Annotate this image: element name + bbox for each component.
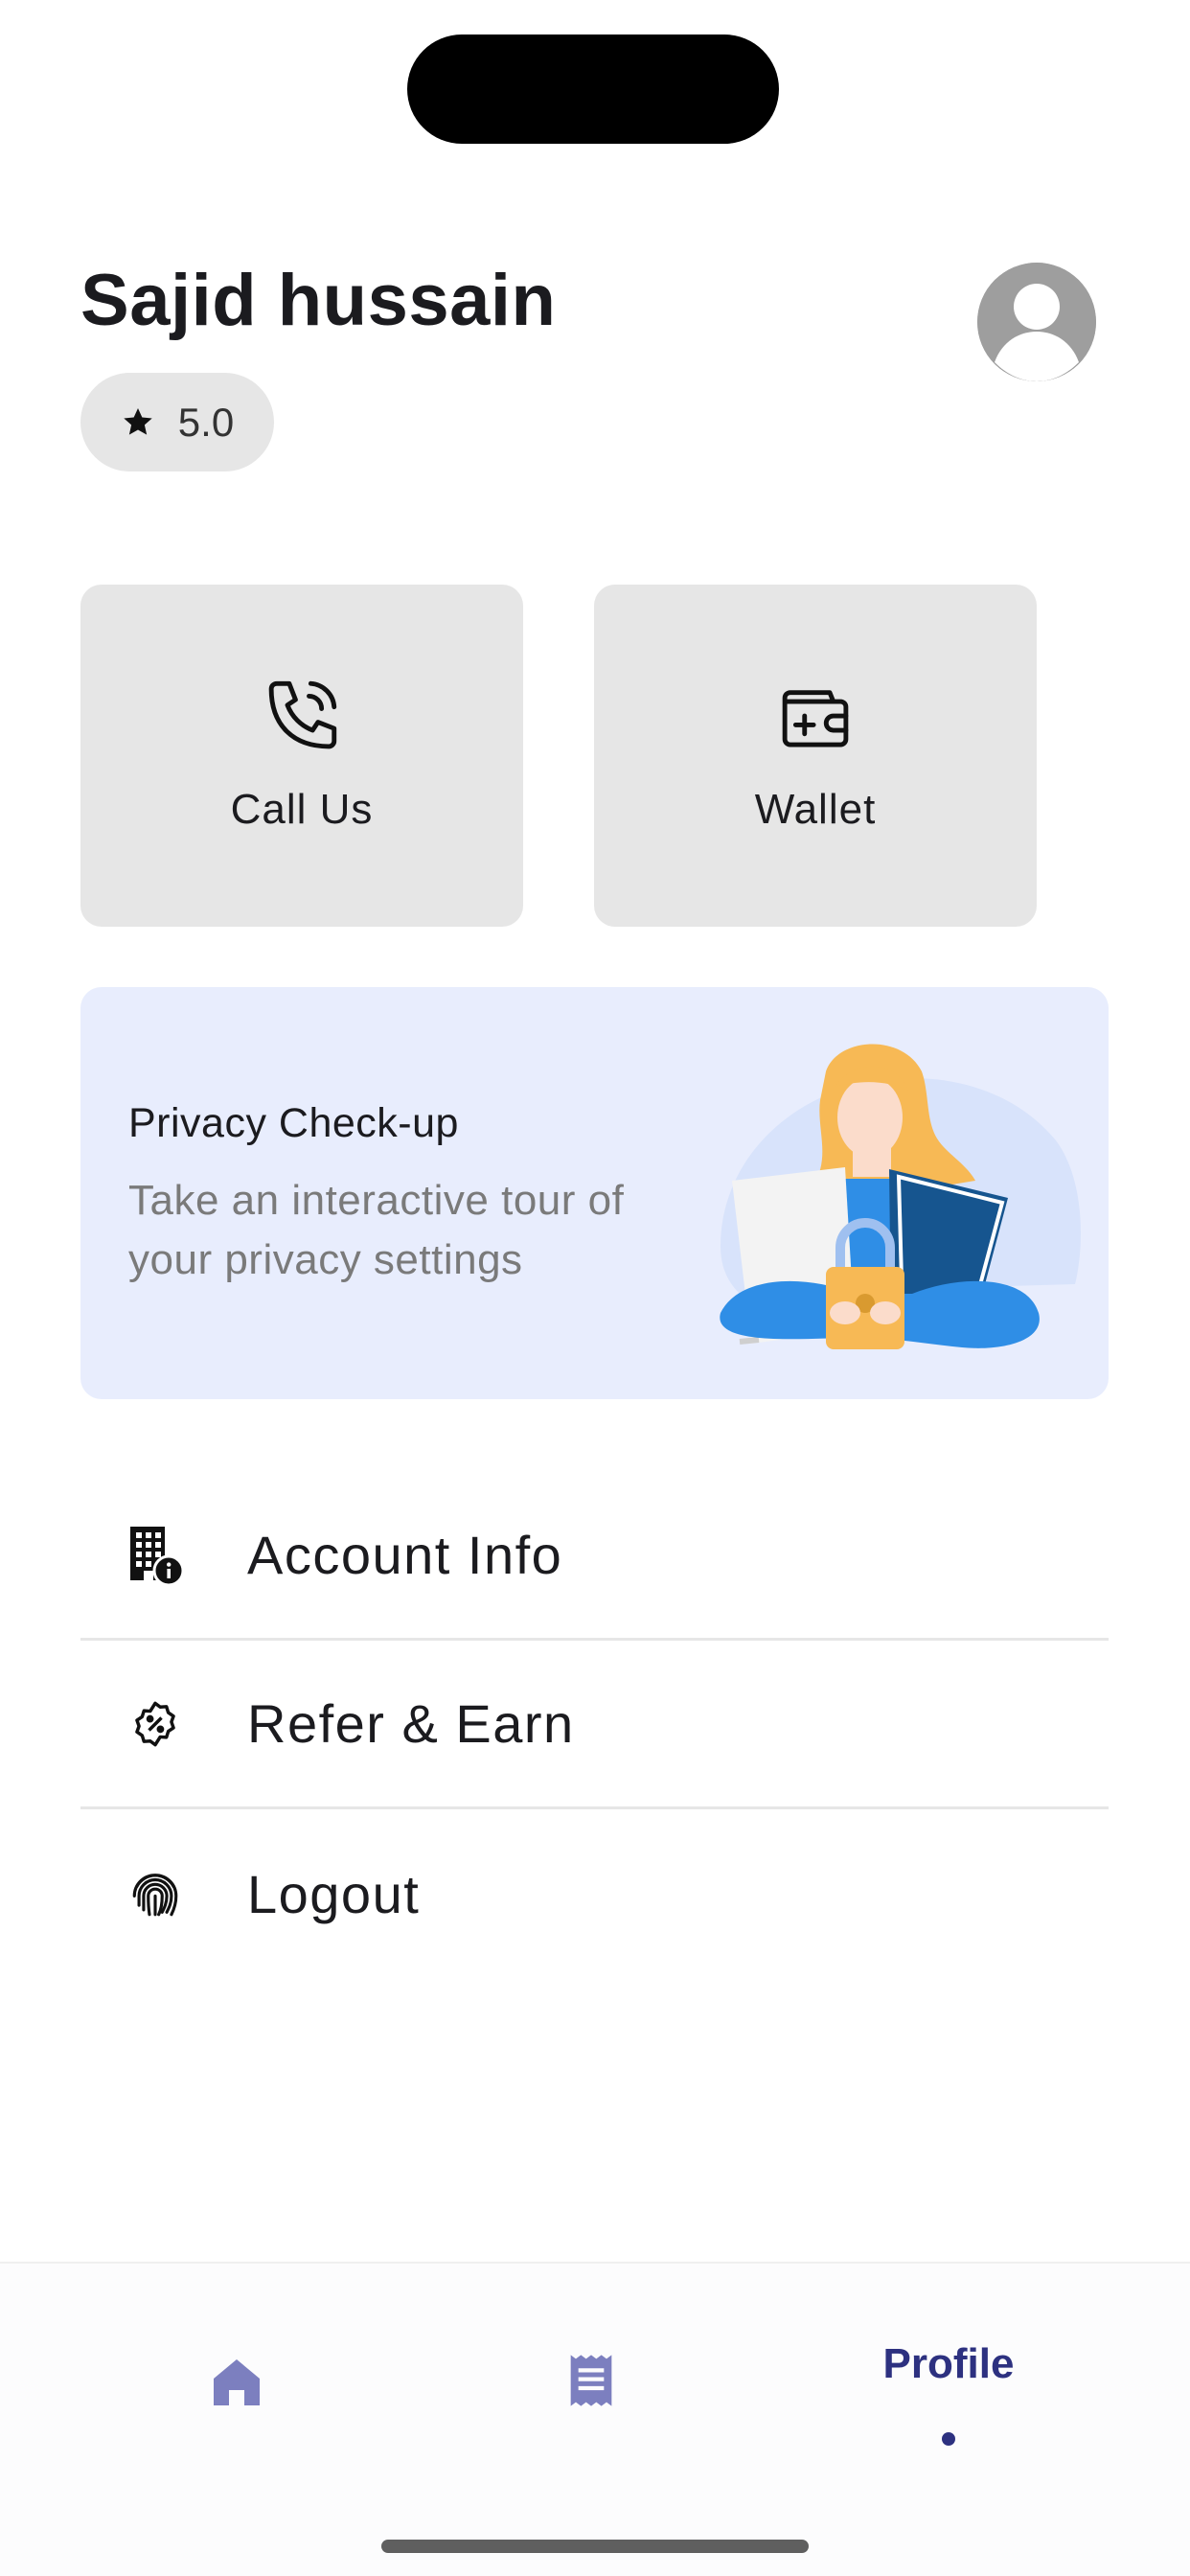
receipt-icon[interactable] — [561, 2350, 622, 2411]
profile-name: Sajid hussain — [80, 260, 557, 341]
call-us-button[interactable]: Call Us — [80, 585, 523, 927]
privacy-illustration — [720, 1044, 1081, 1349]
privacy-checkup-card[interactable]: Privacy Check-up Take an interactive tou… — [80, 987, 1109, 1399]
nav-profile-label: Profile — [882, 2340, 1015, 2387]
call-us-label: Call Us — [230, 786, 374, 833]
nav-profile-tab[interactable]: Profile — [862, 2340, 1035, 2446]
menu-label-refer-earn: Refer & Earn — [247, 1693, 575, 1754]
building-info-icon — [125, 1525, 186, 1586]
privacy-description: Take an interactive tour of your privacy… — [128, 1177, 625, 1283]
camera-notch — [407, 34, 779, 144]
wallet-label: Wallet — [754, 786, 877, 833]
privacy-title: Privacy Check-up — [128, 1100, 459, 1146]
user-avatar-icon — [977, 263, 1096, 381]
phone-call-icon — [268, 680, 337, 749]
settings-menu: Account Info Refer & Earn Logout — [80, 1472, 1109, 1978]
menu-item-account-info[interactable]: Account Info — [80, 1472, 1109, 1641]
menu-item-refer-earn[interactable]: Refer & Earn — [80, 1641, 1109, 1809]
active-indicator-dot — [942, 2432, 955, 2446]
home-indicator-bar — [381, 2540, 809, 2553]
discount-badge-icon — [125, 1693, 186, 1755]
wallet-icon — [782, 690, 849, 748]
star-icon — [124, 407, 152, 435]
menu-label-account-info: Account Info — [247, 1525, 563, 1585]
rating-badge: 5.0 — [80, 373, 274, 472]
wallet-button[interactable]: Wallet — [594, 585, 1037, 927]
menu-label-logout: Logout — [247, 1863, 421, 1924]
bottom-navigation: Profile — [0, 2262, 1190, 2576]
fingerprint-icon — [125, 1863, 186, 1924]
rating-value: 5.0 — [177, 399, 235, 445]
menu-item-logout[interactable]: Logout — [80, 1809, 1109, 1978]
home-icon[interactable] — [206, 2352, 267, 2413]
avatar[interactable] — [977, 263, 1096, 381]
